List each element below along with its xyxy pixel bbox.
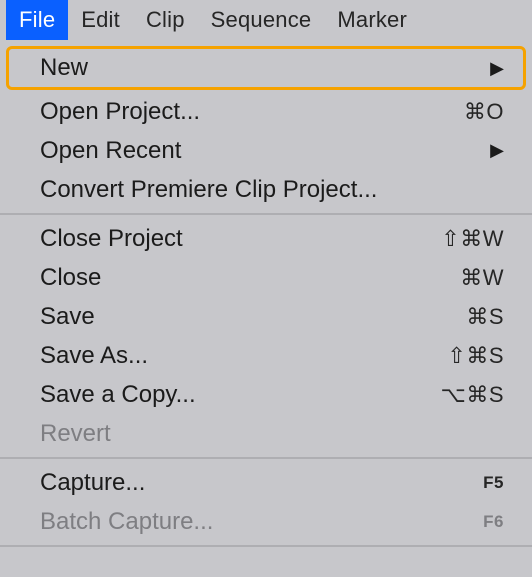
- menu-sequence-label: Sequence: [211, 7, 312, 33]
- file-item-close-project[interactable]: Close Project ⇧⌘W: [0, 219, 532, 258]
- file-item-open-project-label: Open Project...: [40, 98, 464, 126]
- file-item-save-as-shortcut: ⇧⌘S: [447, 343, 504, 369]
- file-item-save-copy[interactable]: Save a Copy... ⌥⌘S: [0, 375, 532, 414]
- file-item-batch-capture-shortcut: F6: [483, 512, 504, 532]
- menu-clip-label: Clip: [146, 7, 185, 33]
- file-item-save-as[interactable]: Save As... ⇧⌘S: [0, 336, 532, 375]
- file-item-capture-label: Capture...: [40, 469, 483, 497]
- file-item-capture-shortcut: F5: [483, 473, 504, 493]
- file-item-batch-capture: Batch Capture... F6: [0, 502, 532, 541]
- file-item-new-label: New: [40, 54, 490, 82]
- file-item-close-project-label: Close Project: [40, 225, 441, 253]
- file-item-batch-capture-label: Batch Capture...: [40, 508, 483, 536]
- file-item-close[interactable]: Close ⌘W: [0, 258, 532, 297]
- menu-sequence[interactable]: Sequence: [198, 0, 325, 40]
- file-item-open-project[interactable]: Open Project... ⌘O: [0, 92, 532, 131]
- submenu-arrow-icon: ▶: [490, 58, 504, 79]
- menu-edit-label: Edit: [81, 7, 120, 33]
- file-item-save-as-label: Save As...: [40, 342, 447, 370]
- menubar: File Edit Clip Sequence Marker: [0, 0, 532, 40]
- file-item-capture[interactable]: Capture... F5: [0, 463, 532, 502]
- menu-separator: [0, 213, 532, 215]
- file-item-close-shortcut: ⌘W: [460, 265, 504, 291]
- file-item-open-project-shortcut: ⌘O: [464, 99, 504, 125]
- file-item-save[interactable]: Save ⌘S: [0, 297, 532, 336]
- file-item-save-copy-label: Save a Copy...: [40, 381, 440, 409]
- menu-file-label: File: [19, 7, 55, 33]
- file-item-convert[interactable]: Convert Premiere Clip Project...: [0, 170, 532, 209]
- file-item-open-recent-label: Open Recent: [40, 137, 490, 165]
- menu-marker-label: Marker: [337, 7, 407, 33]
- file-item-save-copy-shortcut: ⌥⌘S: [440, 382, 504, 408]
- file-item-revert-label: Revert: [40, 420, 504, 448]
- file-item-convert-label: Convert Premiere Clip Project...: [40, 176, 504, 204]
- menu-separator: [0, 545, 532, 547]
- file-item-close-project-shortcut: ⇧⌘W: [441, 226, 504, 252]
- menu-clip[interactable]: Clip: [133, 0, 198, 40]
- file-item-revert: Revert: [0, 414, 532, 453]
- menu-edit[interactable]: Edit: [68, 0, 133, 40]
- menu-marker[interactable]: Marker: [324, 0, 420, 40]
- menu-file[interactable]: File: [6, 0, 68, 40]
- submenu-arrow-icon: ▶: [490, 140, 504, 161]
- file-item-save-shortcut: ⌘S: [466, 304, 504, 330]
- file-item-save-label: Save: [40, 303, 466, 331]
- file-item-close-label: Close: [40, 264, 460, 292]
- file-item-open-recent[interactable]: Open Recent ▶: [0, 131, 532, 170]
- menu-separator: [0, 457, 532, 459]
- file-item-new[interactable]: New ▶: [6, 46, 526, 90]
- file-dropdown: New ▶ Open Project... ⌘O Open Recent ▶ C…: [0, 40, 532, 547]
